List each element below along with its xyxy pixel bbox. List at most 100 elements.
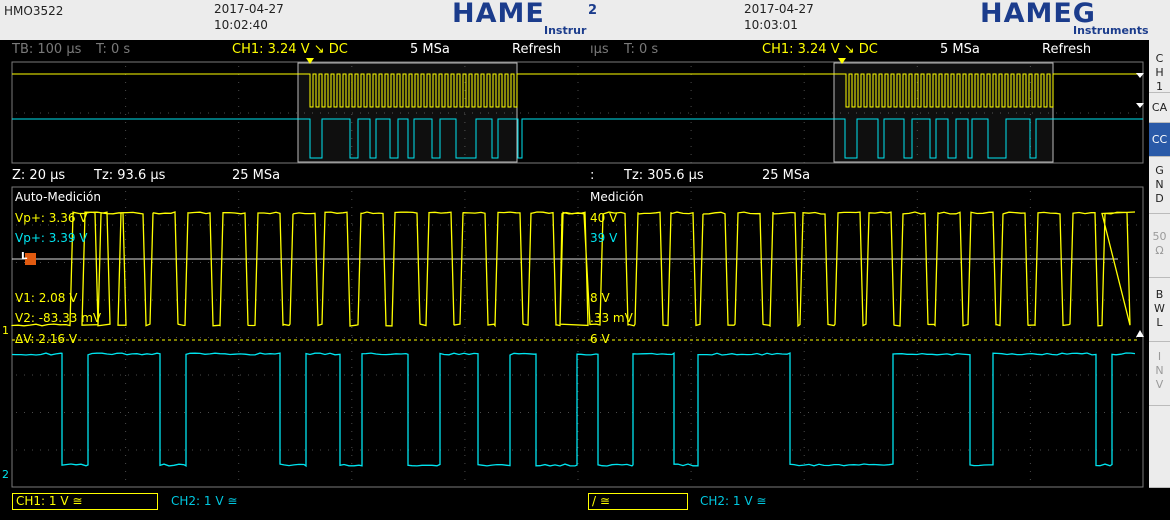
grid-dot (768, 299, 769, 301)
softkey-blank[interactable] (1149, 406, 1170, 488)
grid-dot (736, 224, 737, 226)
grid-dot (976, 374, 977, 376)
softkey-inv[interactable]: INV (1149, 342, 1170, 406)
grid-dot (800, 449, 801, 451)
grid-dot (136, 262, 137, 263)
grid-dot (944, 299, 945, 301)
grid-dot (544, 262, 545, 263)
ch2-setting-left[interactable]: CH2: 1 V ≅ (171, 494, 237, 508)
grid-dot (238, 383, 240, 384)
grid-dot (216, 374, 217, 376)
grid-dot (608, 412, 609, 413)
grid-dot (125, 271, 127, 272)
grid-dot (80, 337, 81, 338)
grid-dot (288, 412, 289, 413)
grid-dot (916, 383, 918, 384)
grid-dot (464, 247, 466, 248)
softkey-dc[interactable]: CC (1149, 123, 1170, 157)
grid-dot (616, 262, 617, 263)
grid-dot (864, 412, 865, 413)
grid-dot (360, 299, 361, 301)
grid-dot (720, 412, 721, 413)
grid-dot (176, 112, 177, 114)
grid-dot (840, 299, 841, 301)
grid-dot (176, 412, 177, 413)
grid-dot (577, 311, 579, 312)
grid-dot (1040, 374, 1041, 376)
grid-dot (1120, 412, 1121, 413)
softkey-gnd[interactable]: GND (1149, 157, 1170, 214)
grid-dot (1136, 337, 1137, 338)
grid-dot (464, 207, 466, 208)
grid-dot (160, 337, 161, 338)
grid-dot (240, 412, 241, 413)
grid-dot (577, 114, 579, 115)
grid-dot (690, 122, 692, 123)
grid-dot (238, 287, 240, 288)
grid-dot (690, 231, 692, 232)
grid-dot (968, 449, 969, 451)
grid-dot (690, 255, 692, 256)
grid-dot (912, 374, 913, 376)
grid-dot (744, 262, 745, 263)
grid-dot (916, 215, 918, 216)
grid-dot (416, 299, 417, 301)
grid-dot (238, 154, 240, 155)
softkey-50ohm[interactable]: 50 Ω (1149, 214, 1170, 278)
grid-dot (648, 412, 649, 413)
grid-dot (376, 299, 377, 301)
grid-dot (696, 449, 697, 451)
grid-dot (1136, 262, 1137, 263)
grid-dot (56, 374, 57, 376)
grid-dot (238, 335, 240, 336)
grid-dot (368, 262, 369, 263)
grid-dot (744, 449, 745, 451)
grid-dot (608, 449, 609, 451)
grid-dot (256, 412, 257, 413)
grid-dot (984, 299, 985, 301)
grid-dot (632, 262, 633, 263)
softkey-bwl[interactable]: BWL (1149, 278, 1170, 342)
grid-dot (384, 337, 385, 338)
grid-dot (351, 191, 353, 192)
grid-dot (690, 130, 692, 131)
grid-dot (104, 112, 105, 114)
cursor-delta-left: ΔV: 2.16 V (15, 332, 78, 346)
ch1-setting-left[interactable]: CH1: 1 V ≅ (12, 493, 158, 510)
grid-dot (48, 412, 49, 413)
ch1-setting-right[interactable]: / ≅ (588, 493, 688, 510)
grid-dot (136, 374, 137, 376)
grid-dot (1136, 224, 1137, 226)
ch1-ground-marker[interactable]: 1 (2, 324, 9, 337)
grid-dot (232, 412, 233, 413)
softkey-ac[interactable]: CA (1149, 93, 1170, 123)
softkey-ch1[interactable]: CH1 (1149, 40, 1170, 93)
grid-dot (351, 383, 353, 384)
grid-dot (664, 262, 665, 263)
grid-dot (832, 412, 833, 413)
grid-dot (1008, 299, 1009, 301)
grid-dot (1008, 262, 1009, 263)
grid-dot (848, 449, 849, 451)
grid-dot (816, 299, 817, 301)
grid-dot (728, 337, 729, 338)
grid-dot (224, 337, 225, 338)
ch2-setting-right[interactable]: CH2: 1 V ≅ (700, 494, 766, 508)
grid-dot (464, 299, 465, 301)
grid-dot (328, 412, 329, 413)
grid-dot (904, 299, 905, 301)
grid-dot (448, 299, 449, 301)
grid-dot (351, 463, 353, 464)
grid-dot (640, 449, 641, 451)
grid-dot (672, 299, 673, 301)
grid-dot (600, 412, 601, 413)
grid-dot (803, 90, 805, 91)
grid-dot (624, 337, 625, 338)
grid-dot (1032, 374, 1033, 376)
grid-dot (1064, 112, 1065, 114)
grid-dot (803, 463, 805, 464)
grid-dot (296, 299, 297, 301)
ch2-ground-marker[interactable]: 2 (2, 468, 9, 481)
grid-dot (208, 262, 209, 263)
grid-dot (552, 412, 553, 413)
